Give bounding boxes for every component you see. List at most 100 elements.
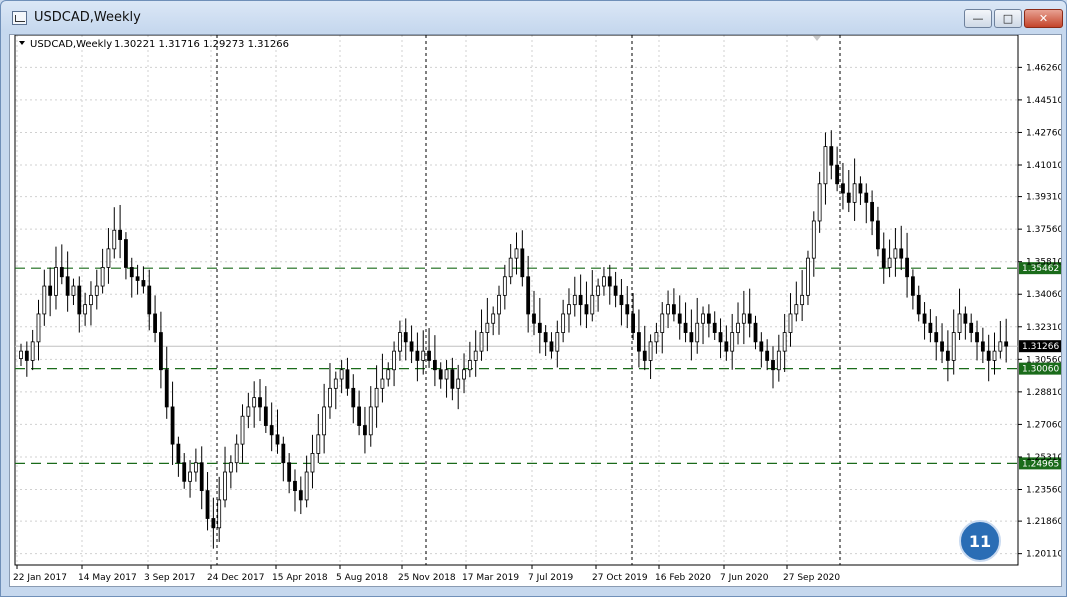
candle-body: [398, 332, 402, 352]
candle-body: [747, 313, 752, 324]
candle-body: [392, 350, 396, 371]
candle-body: [963, 313, 968, 324]
candle-body: [660, 313, 665, 333]
candle-body: [211, 518, 216, 529]
candle-body: [864, 192, 869, 203]
candle-body: [537, 322, 542, 333]
candle-body: [182, 462, 187, 482]
candle-body: [817, 183, 822, 222]
candle-body: [473, 350, 478, 361]
candle-body: [613, 285, 618, 296]
y-tick-label: 1.21860: [1026, 517, 1061, 527]
candle-body: [456, 378, 461, 389]
candle-body: [421, 350, 426, 361]
y-tick-label: 1.20110: [1026, 550, 1061, 560]
candle-body: [36, 313, 41, 343]
candle-body: [258, 397, 262, 408]
candle-body: [298, 490, 303, 501]
candle-body: [829, 146, 834, 166]
candle-body: [934, 332, 939, 343]
x-tick-label: 17 Mar 2019: [462, 573, 519, 583]
candle-body: [293, 480, 297, 492]
candle-body: [870, 201, 874, 222]
chart-header: USDCAD,Weekly 1.30221 1.31716 1.29273 1.…: [19, 39, 289, 50]
y-tick-label: 1.37560: [1026, 225, 1061, 235]
candle-body: [176, 443, 181, 464]
candle-body: [596, 285, 601, 296]
candle-body: [287, 462, 292, 482]
candle-body: [683, 322, 688, 333]
maximize-button[interactable]: □: [994, 9, 1022, 28]
candle-body: [497, 294, 501, 315]
candle-body: [893, 248, 898, 259]
candle-body: [701, 313, 705, 324]
candlestick-chart[interactable]: 1.312661.354621.300601.24965 1.462601.44…: [10, 35, 1061, 586]
candle-body: [246, 406, 251, 417]
y-tick-label: 1.32310: [1026, 323, 1061, 333]
candle-body: [835, 164, 840, 185]
candle-body: [549, 341, 554, 352]
chart-area[interactable]: 1.31266 1.35462 1.30060 1.24965 1.46260 1.44…: [9, 34, 1062, 587]
candle-body: [689, 332, 694, 343]
y-tick-label: 1.30560: [1026, 355, 1061, 365]
candle-body: [706, 313, 711, 324]
candle-body: [54, 267, 58, 296]
candle-body: [386, 369, 391, 380]
candle-body: [631, 313, 635, 333]
candle-body: [205, 490, 210, 519]
candle-body: [514, 248, 519, 259]
candle-body: [228, 462, 233, 473]
candle-body: [916, 294, 921, 315]
candle-body: [438, 369, 443, 380]
x-tick-label: 3 Sep 2017: [144, 573, 195, 583]
candle-body: [741, 313, 746, 324]
candle-body: [951, 332, 956, 361]
minimize-button[interactable]: —: [964, 9, 992, 28]
candle-body: [83, 304, 88, 315]
close-button[interactable]: ✕: [1024, 9, 1063, 28]
candle-body: [765, 350, 770, 361]
candle-body: [561, 313, 566, 333]
candle-body: [345, 369, 350, 389]
candle-body: [199, 462, 204, 492]
candle-body: [876, 220, 880, 250]
candle-body: [164, 369, 169, 408]
horizontal-level-label: 1.30060: [1022, 365, 1059, 375]
candle-body: [240, 415, 245, 445]
candle-body: [788, 313, 793, 333]
y-tick-label: 1.39310: [1026, 193, 1061, 203]
candle-body: [823, 146, 828, 185]
candle-body: [567, 304, 571, 315]
candle-body: [852, 183, 857, 203]
candle-body: [141, 280, 146, 287]
candle-body: [234, 443, 239, 464]
candle-body: [905, 257, 909, 278]
candle-body: [940, 341, 944, 352]
candle-body: [502, 276, 507, 296]
candle-body: [30, 341, 35, 361]
candle-body: [881, 248, 886, 268]
chart-app-icon: [12, 11, 27, 25]
y-tick-label: 1.28810: [1026, 388, 1061, 398]
candle-body: [188, 471, 192, 482]
candle-body: [712, 322, 717, 333]
x-tick-label: 15 Apr 2018: [272, 573, 328, 583]
candle-body: [19, 350, 23, 359]
candle-body: [899, 248, 904, 259]
candle-body: [263, 406, 268, 426]
candle-body: [677, 313, 682, 324]
candle-body: [922, 313, 927, 324]
candle-body: [975, 332, 979, 343]
candle-body: [135, 276, 140, 281]
candle-body: [252, 397, 257, 408]
title-bar[interactable]: USDCAD,Weekly — □ ✕: [1, 1, 1066, 35]
candle-body: [491, 313, 496, 324]
candle-body: [607, 276, 612, 287]
candle-body: [718, 332, 723, 343]
candle-body: [380, 378, 385, 389]
candle-body: [736, 322, 740, 333]
candle-body: [602, 276, 606, 287]
candle-body: [526, 276, 531, 315]
x-tick-label: 25 Nov 2018: [398, 573, 456, 583]
candle-body: [800, 294, 805, 306]
